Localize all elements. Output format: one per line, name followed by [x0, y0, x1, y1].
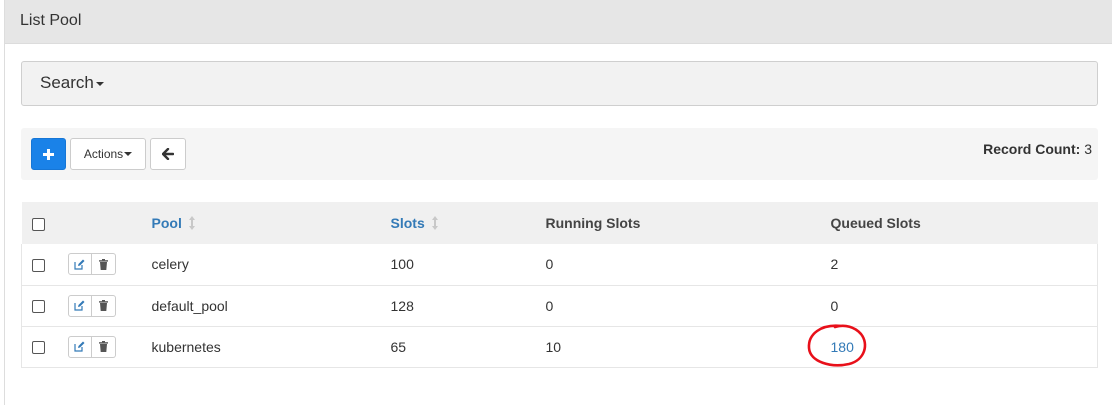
header-pool[interactable]: Pool — [152, 202, 391, 244]
actions-dropdown-button[interactable]: Actions — [70, 138, 146, 170]
list-pool-panel: List Pool Search Actions Record Count: 3 — [4, 0, 1112, 405]
delete-button[interactable] — [91, 294, 116, 317]
table-row: default_pool 128 0 0 — [21, 285, 1098, 326]
table-row: celery 100 0 2 — [21, 244, 1098, 285]
header-select-all-cell — [22, 202, 62, 244]
row-checkbox[interactable] — [32, 341, 45, 355]
row-select-cell — [22, 326, 62, 367]
queued-slots-cell: 180 — [807, 323, 1098, 367]
record-count: Record Count: 3 — [983, 141, 1092, 157]
edit-button[interactable] — [67, 294, 92, 317]
back-button[interactable] — [150, 138, 186, 170]
row-actions-cell — [62, 285, 152, 326]
row-checkbox[interactable] — [32, 259, 45, 273]
row-actions-cell — [62, 326, 152, 367]
queued-slots-link[interactable]: 0 — [831, 285, 1098, 326]
pool-sort-link[interactable]: Pool — [152, 215, 182, 231]
trash-icon — [98, 341, 108, 352]
trash-icon — [98, 258, 108, 270]
delete-button[interactable] — [91, 335, 116, 358]
arrow-left-icon — [162, 148, 174, 160]
search-bar: Search — [21, 61, 1098, 106]
slots-cell: 65 — [390, 338, 407, 355]
pool-name-cell: default_pool — [151, 297, 228, 314]
pool-name-cell: celery — [151, 256, 189, 273]
toolbar: Actions Record Count: 3 — [21, 128, 1098, 180]
header-slots[interactable]: Slots — [391, 202, 546, 244]
header-queued-slots: Queued Slots — [830, 215, 921, 231]
table-row: kubernetes 65 10 180 — [21, 323, 1098, 367]
queued-slots-link[interactable]: 2 — [831, 244, 1098, 285]
record-count-label: Record Count: — [983, 141, 1081, 157]
edit-button[interactable] — [67, 253, 92, 276]
row-actions-cell — [62, 244, 152, 285]
search-dropdown-toggle[interactable]: Search — [40, 73, 104, 93]
running-slots-cell: 0 — [545, 297, 554, 314]
edit-button[interactable] — [67, 335, 92, 358]
slots-cell: 100 — [390, 256, 414, 273]
pool-name-cell: kubernetes — [151, 338, 221, 355]
slots-cell: 128 — [390, 297, 414, 314]
edit-icon — [74, 341, 85, 352]
pool-table: Pool Slots Running Slots Queued Slots ce… — [21, 202, 1098, 368]
row-checkbox[interactable] — [32, 300, 45, 314]
panel-title: List Pool — [5, 0, 1112, 44]
edit-icon — [74, 259, 85, 270]
slots-sort-link[interactable]: Slots — [391, 215, 425, 231]
queued-slots-link[interactable]: 180 — [831, 339, 854, 355]
select-all-checkbox[interactable] — [31, 217, 45, 231]
table-header-row: Pool Slots Running Slots Queued Slots — [21, 202, 1098, 244]
edit-icon — [74, 300, 85, 311]
header-running-slots: Running Slots — [545, 215, 641, 231]
delete-button[interactable] — [91, 253, 116, 276]
sort-icon — [431, 216, 438, 230]
plus-icon — [43, 148, 54, 160]
sort-icon — [188, 216, 195, 230]
running-slots-cell: 10 — [545, 338, 562, 355]
add-record-button[interactable] — [31, 138, 66, 170]
row-select-cell — [22, 244, 62, 285]
caret-down-icon — [124, 152, 133, 156]
header-actions-cell — [62, 202, 152, 244]
search-label: Search — [40, 73, 94, 92]
trash-icon — [98, 300, 108, 311]
caret-down-icon — [95, 81, 104, 86]
running-slots-cell: 0 — [545, 256, 554, 273]
actions-label: Actions — [83, 147, 124, 161]
row-select-cell — [22, 285, 62, 326]
circled-value: 180 — [807, 323, 866, 366]
record-count-value: 3 — [1084, 141, 1092, 157]
